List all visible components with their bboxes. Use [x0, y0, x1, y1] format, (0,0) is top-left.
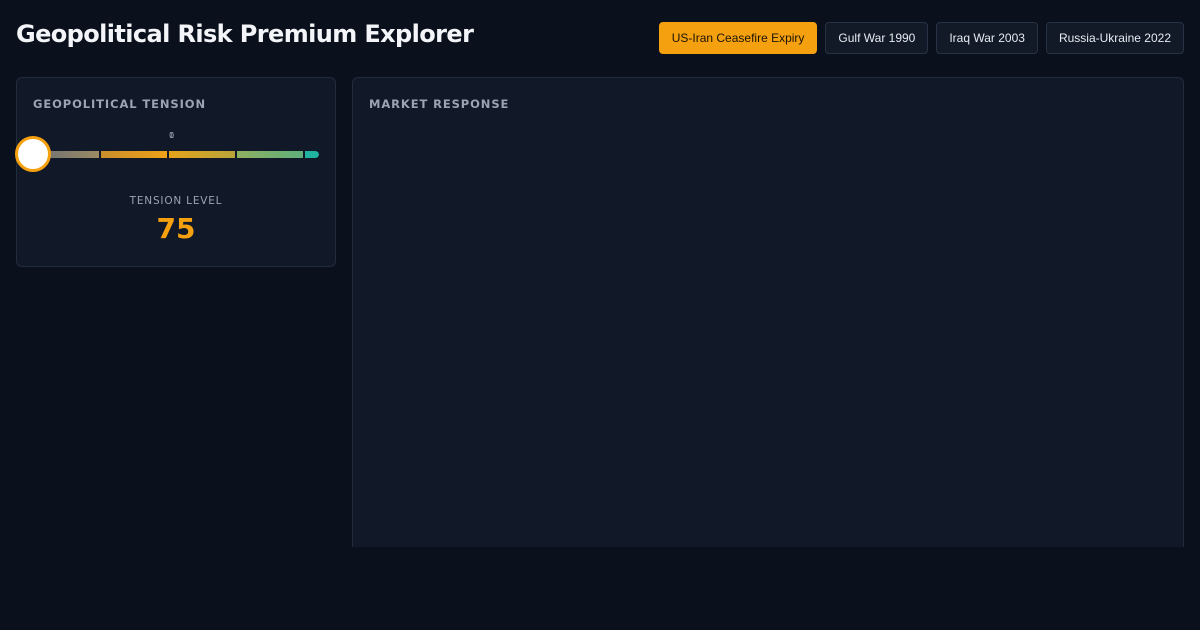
tab-gulf-war-1990[interactable]: Gulf War 1990 [825, 22, 929, 54]
tab-iraq-war-2003[interactable]: Iraq War 2003 [936, 22, 1038, 54]
tension-panel: GEOPOLITICAL TENSION 100 TENSION LEVEL 7… [15, 77, 336, 267]
slider-segment [168, 151, 235, 158]
slider-segment [304, 151, 319, 158]
header: Geopolitical Risk Premium Explorer US-Ir… [16, 18, 1184, 58]
tension-slider-track[interactable] [33, 151, 319, 158]
tab-us-iran-ceasefire-expiry[interactable]: US-Iran Ceasefire Expiry [658, 22, 818, 54]
slider-segment [100, 151, 167, 158]
market-response-panel: MARKET RESPONSE [352, 77, 1184, 547]
page-title: Geopolitical Risk Premium Explorer [16, 20, 474, 48]
tension-panel-title: GEOPOLITICAL TENSION [33, 97, 206, 111]
market-panel-title: MARKET RESPONSE [369, 97, 510, 111]
tension-level-label: TENSION LEVEL [129, 195, 223, 207]
tab-russia-ukraine-2022[interactable]: Russia-Ukraine 2022 [1045, 22, 1184, 54]
slider-segment [236, 151, 303, 158]
scenario-tabs: US-Iran Ceasefire Expiry Gulf War 1990 I… [658, 22, 1184, 54]
tension-level-value: 75 [156, 212, 196, 245]
tension-slider-thumb[interactable] [15, 136, 51, 172]
slider-tick-labels: 100 [17, 131, 335, 143]
